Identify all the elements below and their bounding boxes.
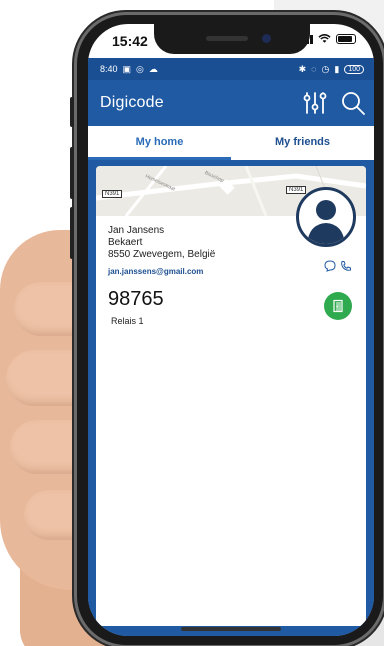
door-code: 98765: [108, 288, 164, 310]
contact-name: Jan Jansens: [108, 225, 165, 236]
tab-my-home[interactable]: My home: [88, 126, 231, 160]
digicode-app: 8:40 ▣ ◎ ☁ ✱ ◌ ◷ ▮ 100 Digicode My home …: [88, 58, 374, 636]
contact-company: Bekaert: [108, 237, 143, 248]
phone-screen: 15:42 8:40 ▣ ◎ ☁ ✱ ◌ ◷ ▮ 100 Digicode My…: [88, 24, 374, 636]
ios-time: 15:42: [112, 33, 148, 49]
home-indicator: [181, 627, 281, 631]
notch: [154, 24, 310, 54]
android-time: 8:40: [100, 64, 118, 74]
android-status-bar: 8:40 ▣ ◎ ☁ ✱ ◌ ◷ ▮ 100: [88, 58, 374, 80]
mute-icon: ◌: [311, 64, 317, 74]
open-door-button[interactable]: [324, 292, 352, 320]
speaker: [206, 36, 248, 41]
contact-details: Jan Jansens Bekaert 8550 Zwevegem, Belgi…: [108, 225, 215, 276]
notification-icon: ▣: [122, 63, 132, 74]
bluetooth-icon: ✱: [298, 63, 307, 74]
door-icon: [333, 299, 343, 313]
tab-bar: My home My friends: [88, 126, 374, 160]
phone-icon[interactable]: [340, 260, 352, 272]
contact-address: 8550 Zwevegem, België: [108, 249, 216, 260]
tab-my-friends[interactable]: My friends: [231, 126, 374, 160]
battery-icon: [336, 34, 356, 44]
battery-badge: 100: [344, 64, 364, 74]
cloud-icon: ☁: [148, 63, 158, 74]
wifi-icon: [318, 34, 331, 43]
volume-down-button: [70, 207, 74, 259]
volume-up-button: [70, 147, 74, 199]
chat-icon[interactable]: [324, 260, 336, 272]
avatar: [296, 187, 356, 247]
phone-frame: 15:42 8:40 ▣ ◎ ☁ ✱ ◌ ◷ ▮ 100 Digicode My…: [70, 12, 384, 646]
app-title: Digicode: [100, 94, 164, 111]
relay-label: Relais 1: [111, 316, 144, 326]
content-area: N391 N391 Hemelsestraat Bisschop Jan Jan…: [88, 160, 374, 636]
mute-switch: [70, 97, 74, 127]
search-icon[interactable]: [340, 90, 366, 116]
road-badge-left: N391: [102, 190, 123, 198]
front-camera: [262, 34, 271, 43]
contact-email[interactable]: jan.janssens@gmail.com: [108, 267, 215, 276]
filter-icon[interactable]: [302, 90, 328, 116]
whatsapp-icon: ◎: [136, 63, 144, 74]
person-silhouette-icon: [307, 200, 345, 244]
app-bar: Digicode: [88, 80, 374, 126]
road-badge-right: N391: [286, 186, 307, 194]
alarm-icon: ◷: [321, 63, 330, 74]
contact-card[interactable]: N391 N391 Hemelsestraat Bisschop Jan Jan…: [96, 166, 366, 626]
signal-bars-icon: ▮: [334, 63, 340, 74]
